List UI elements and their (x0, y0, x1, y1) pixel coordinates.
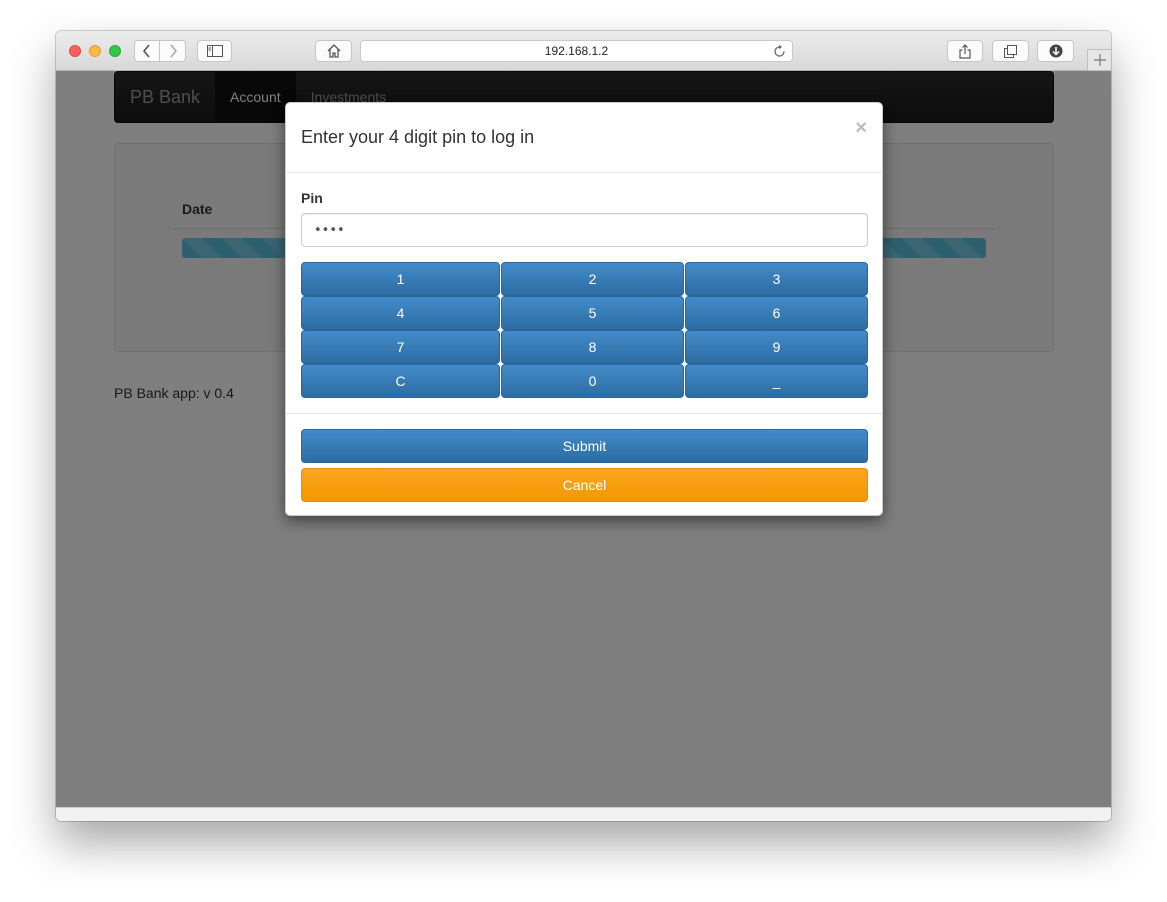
keypad-button-3[interactable]: 3 (685, 262, 868, 296)
keypad-button-4[interactable]: 4 (301, 296, 500, 330)
downloads-button[interactable] (1037, 40, 1074, 62)
modal-footer-divider (286, 413, 882, 414)
keypad-button-0[interactable]: 0 (501, 364, 684, 398)
address-bar[interactable]: 192.168.1.2 (360, 40, 793, 62)
sidebar-toggle-button[interactable] (197, 40, 232, 62)
home-button[interactable] (315, 40, 352, 62)
keypad-button-clear[interactable]: C (301, 364, 500, 398)
download-icon (1049, 44, 1062, 58)
keypad-button-underscore[interactable]: _ (685, 364, 868, 398)
tabs-icon (1004, 44, 1017, 58)
keypad-button-5[interactable]: 5 (501, 296, 684, 330)
plus-icon (1093, 54, 1106, 66)
new-tab-button[interactable] (1087, 49, 1111, 71)
submit-button[interactable]: Submit (301, 429, 868, 463)
chevron-right-icon (169, 44, 177, 58)
close-icon[interactable]: × (855, 118, 867, 138)
pin-label: Pin (301, 190, 323, 206)
keypad-button-8[interactable]: 8 (501, 330, 684, 364)
browser-toolbar: 192.168.1.2 (56, 31, 1111, 71)
maximize-window-button[interactable] (109, 45, 121, 57)
modal-title: Enter your 4 digit pin to log in (301, 127, 535, 147)
share-icon (959, 43, 971, 59)
address-text: 192.168.1.2 (544, 44, 609, 58)
modal-header: Enter your 4 digit pin to log in × (286, 103, 882, 173)
pin-keypad: 1 2 3 4 5 6 7 8 9 C 0 _ (301, 262, 868, 398)
close-window-button[interactable] (69, 45, 81, 57)
reload-button[interactable] (773, 44, 786, 61)
browser-status-bar (56, 807, 1111, 821)
page-viewport: PB Bank Account Investments Date PB Bank… (56, 71, 1111, 807)
keypad-button-1[interactable]: 1 (301, 262, 500, 296)
sidebar-icon (206, 45, 223, 57)
pin-login-modal: Enter your 4 digit pin to log in × Pin 1… (285, 102, 883, 516)
share-button[interactable] (947, 40, 983, 62)
keypad-button-6[interactable]: 6 (685, 296, 868, 330)
home-icon (327, 44, 340, 58)
keypad-button-9[interactable]: 9 (685, 330, 868, 364)
reload-icon (774, 44, 785, 57)
forward-button[interactable] (160, 40, 186, 62)
minimize-window-button[interactable] (89, 45, 101, 57)
tab-overview-button[interactable] (992, 40, 1029, 62)
back-button[interactable] (134, 40, 160, 62)
cancel-button[interactable]: Cancel (301, 468, 868, 502)
browser-window: 192.168.1.2 PB Bank Account Investments … (56, 31, 1111, 821)
keypad-button-7[interactable]: 7 (301, 330, 500, 364)
chevron-left-icon (142, 44, 150, 58)
pin-input[interactable] (301, 213, 868, 247)
keypad-button-2[interactable]: 2 (501, 262, 684, 296)
